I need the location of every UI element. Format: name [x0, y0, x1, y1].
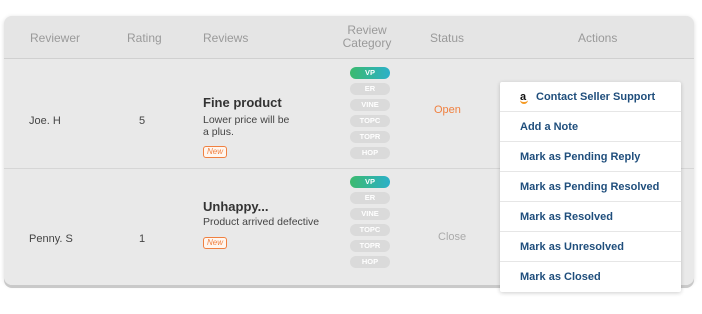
review-text-line2: a plus. [203, 126, 234, 138]
actions-menu: a Contact Seller Support Add a Note Mark … [500, 82, 681, 292]
category-pill-vine[interactable]: VINE [350, 208, 390, 220]
rating-value: 5 [139, 115, 146, 127]
mark-unresolved-item[interactable]: Mark as Unresolved [500, 232, 681, 262]
category-pill-topr[interactable]: TOPR [350, 131, 390, 143]
review-title: Unhappy... [203, 199, 269, 214]
header-actions: Actions [578, 31, 618, 45]
mark-pending-reply-item[interactable]: Mark as Pending Reply [500, 142, 681, 172]
review-text-line1: Lower price will be [203, 114, 290, 126]
header-reviewer: Reviewer [30, 31, 81, 45]
status-text: Close [438, 231, 467, 243]
contact-seller-support-item[interactable]: a Contact Seller Support [500, 82, 681, 112]
category-pill-er[interactable]: ER [350, 192, 390, 204]
category-pill-vp[interactable]: VP [350, 176, 390, 188]
review-cell: Unhappy... Product arrived defective New [203, 199, 343, 250]
header-reviews: Reviews [203, 31, 249, 45]
add-note-item[interactable]: Add a Note [500, 112, 681, 142]
header-review-category: Review Category [329, 24, 405, 50]
category-pill-topc[interactable]: TOPC [350, 115, 390, 127]
new-badge: New [203, 237, 228, 249]
review-category-list: VP ER VINE TOPC TOPR HOP [350, 67, 390, 163]
new-badge: New [203, 146, 228, 158]
header-review-category-line2: Category [342, 36, 392, 50]
category-pill-topr[interactable]: TOPR [350, 240, 390, 252]
category-pill-er[interactable]: ER [350, 83, 390, 95]
review-category-list: VP ER VINE TOPC TOPR HOP [350, 176, 390, 272]
amazon-logo-icon: a [520, 82, 530, 112]
reviewer-name: Joe. H [29, 115, 61, 127]
category-pill-hop[interactable]: HOP [350, 147, 390, 159]
reviewer-name: Penny. S [29, 233, 73, 245]
category-pill-hop[interactable]: HOP [350, 256, 390, 268]
mark-pending-resolved-item[interactable]: Mark as Pending Resolved [500, 172, 681, 202]
review-title: Fine product [203, 95, 282, 110]
mark-closed-item[interactable]: Mark as Closed [500, 262, 681, 291]
header-status: Status [430, 31, 465, 45]
review-cell: Fine product Lower price will be a plus.… [203, 95, 323, 159]
header-rating: Rating [127, 31, 162, 45]
rating-value: 1 [139, 233, 146, 245]
category-pill-vp[interactable]: VP [350, 67, 390, 79]
status-text: Open [434, 104, 461, 116]
mark-resolved-item[interactable]: Mark as Resolved [500, 202, 681, 232]
table-header: Reviewer Rating Reviews Review Category … [4, 16, 694, 59]
category-pill-vine[interactable]: VINE [350, 99, 390, 111]
review-text-line1: Product arrived defective [203, 216, 320, 228]
contact-seller-support-label: Contact Seller Support [536, 91, 656, 103]
category-pill-topc[interactable]: TOPC [350, 224, 390, 236]
